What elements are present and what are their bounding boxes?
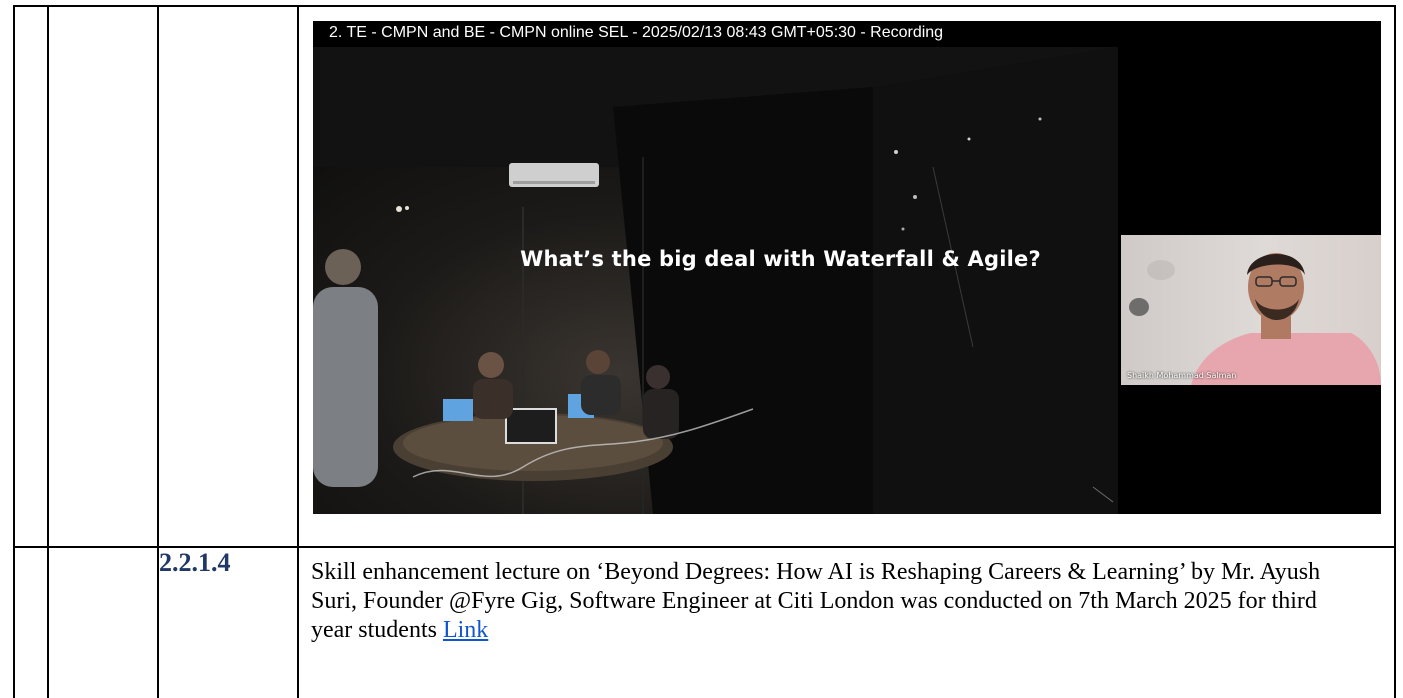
webcam-panel: Shaikh Mohammad Salman	[1118, 21, 1381, 514]
table-cell-media: 2. TE - CMPN and BE - CMPN online SEL - …	[297, 5, 1396, 548]
table-cell-empty	[157, 5, 299, 548]
table-cell-empty	[47, 546, 159, 698]
table-cell-empty	[13, 5, 49, 548]
table-cell-empty	[13, 546, 49, 698]
recording-screenshot: 2. TE - CMPN and BE - CMPN online SEL - …	[313, 21, 1381, 514]
slide-headline: What’s the big deal with Waterfall & Agi…	[520, 247, 1041, 271]
recording-title: 2. TE - CMPN and BE - CMPN online SEL - …	[313, 21, 1118, 47]
presentation-slide: What’s the big deal with Waterfall & Agi…	[313, 47, 1118, 514]
table-row: 2. TE - CMPN and BE - CMPN online SEL - …	[13, 5, 1396, 548]
document-table: 2. TE - CMPN and BE - CMPN online SEL - …	[13, 5, 1396, 698]
item-link[interactable]: Link	[443, 617, 488, 643]
slide-background-photo	[313, 47, 1118, 514]
item-number: 2.2.1.4	[157, 546, 299, 698]
table-row: 2.2.1.4 Skill enhancement lecture on ‘Be…	[13, 546, 1396, 698]
item-description-cell: Skill enhancement lecture on ‘Beyond Deg…	[297, 546, 1396, 698]
participant-video: Shaikh Mohammad Salman	[1121, 235, 1381, 385]
participant-name-label: Shaikh Mohammad Salman	[1127, 371, 1237, 380]
table-cell-empty	[47, 5, 159, 548]
participant-avatar-photo	[1129, 253, 1381, 385]
